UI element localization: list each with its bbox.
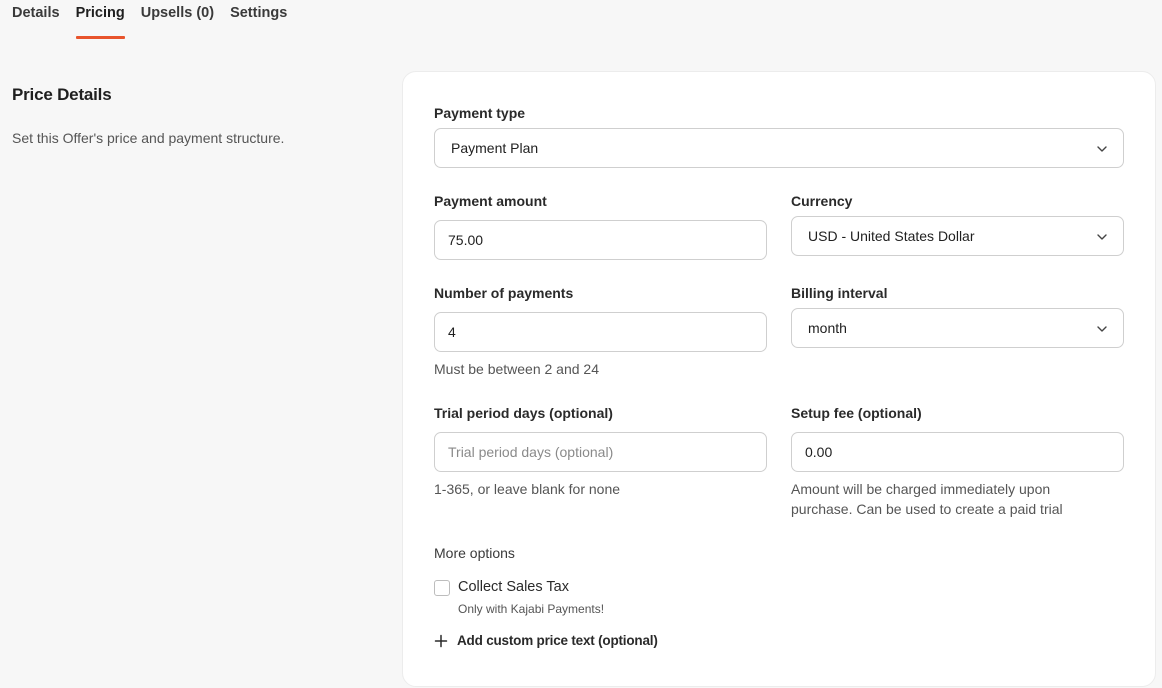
- trial-period-help: 1-365, or leave blank for none: [434, 479, 620, 499]
- number-of-payments-label: Number of payments: [434, 285, 573, 301]
- number-of-payments-help: Must be between 2 and 24: [434, 359, 599, 379]
- trial-period-input[interactable]: Trial period days (optional): [434, 432, 767, 472]
- tab-upsells[interactable]: Upsells (0): [141, 0, 214, 40]
- setup-fee-help-line-1: Amount will be charged immediately upon: [791, 479, 1063, 499]
- collect-sales-tax-checkbox[interactable]: [434, 580, 450, 596]
- chevron-down-icon: [1095, 230, 1109, 244]
- setup-fee-help: Amount will be charged immediately upon …: [791, 479, 1063, 519]
- chevron-down-icon: [1095, 142, 1109, 156]
- payment-type-label: Payment type: [434, 105, 525, 121]
- trial-period-label: Trial period days (optional): [434, 405, 613, 421]
- setup-fee-help-line-2: purchase. Can be used to create a paid t…: [791, 499, 1063, 519]
- currency-select[interactable]: USD - United States Dollar: [791, 216, 1124, 256]
- payment-amount-value: 75.00: [448, 232, 483, 248]
- tab-bar: Details Pricing Upsells (0) Settings: [12, 0, 303, 40]
- collect-sales-tax-label[interactable]: Collect Sales Tax: [458, 579, 569, 595]
- collect-sales-tax-sublabel: Only with Kajabi Payments!: [458, 602, 604, 616]
- payment-type-select[interactable]: Payment Plan: [434, 128, 1124, 168]
- currency-value: USD - United States Dollar: [808, 228, 975, 244]
- add-custom-price-text-button[interactable]: Add custom price text (optional): [434, 633, 658, 648]
- plus-icon: [434, 634, 448, 648]
- number-of-payments-input[interactable]: 4: [434, 312, 767, 352]
- billing-interval-value: month: [808, 320, 847, 336]
- setup-fee-label: Setup fee (optional): [791, 405, 922, 421]
- billing-interval-label: Billing interval: [791, 285, 887, 301]
- more-options-heading: More options: [434, 545, 515, 561]
- tab-pricing[interactable]: Pricing: [76, 0, 125, 40]
- billing-interval-select[interactable]: month: [791, 308, 1124, 348]
- section-description: Set this Offer's price and payment struc…: [12, 130, 284, 146]
- price-details-card: Payment type Payment Plan Payment amount…: [402, 71, 1156, 687]
- payment-type-value: Payment Plan: [451, 140, 538, 156]
- currency-label: Currency: [791, 193, 852, 209]
- chevron-down-icon: [1095, 322, 1109, 336]
- section-title: Price Details: [12, 85, 111, 105]
- payment-amount-label: Payment amount: [434, 193, 547, 209]
- tab-settings[interactable]: Settings: [230, 0, 287, 40]
- setup-fee-value: 0.00: [805, 444, 832, 460]
- add-custom-price-text-label: Add custom price text (optional): [457, 633, 658, 648]
- setup-fee-input[interactable]: 0.00: [791, 432, 1124, 472]
- trial-period-placeholder: Trial period days (optional): [448, 444, 613, 460]
- payment-amount-input[interactable]: 75.00: [434, 220, 767, 260]
- tab-details[interactable]: Details: [12, 0, 60, 40]
- number-of-payments-value: 4: [448, 324, 456, 340]
